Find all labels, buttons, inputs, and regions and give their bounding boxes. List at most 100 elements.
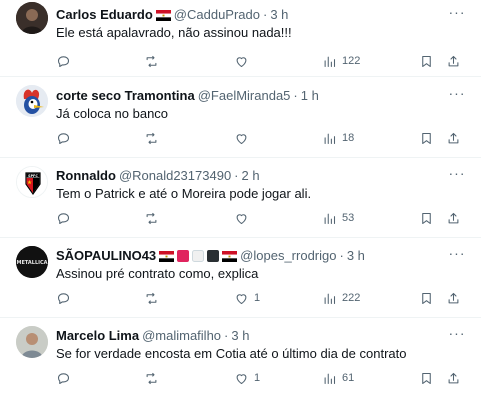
repost-icon xyxy=(146,132,157,144)
like-button[interactable] xyxy=(234,51,254,71)
svg-text:SPFC: SPFC xyxy=(28,174,38,178)
share-button[interactable] xyxy=(446,368,461,388)
heart-icon xyxy=(236,213,247,224)
repost-button[interactable] xyxy=(144,51,159,71)
action-bar: 1 222 xyxy=(48,288,468,308)
timestamp[interactable]: 3 h xyxy=(347,247,365,265)
share-button[interactable] xyxy=(446,288,461,308)
tweet-text: Se for verdade encosta em Cotia até o úl… xyxy=(56,346,407,361)
sao-paulo-crest-icon: SPFC xyxy=(17,167,47,197)
like-button[interactable] xyxy=(234,208,254,228)
avatar[interactable] xyxy=(16,85,48,117)
display-name[interactable]: corte seco Tramontina xyxy=(56,87,195,105)
tweet-2[interactable]: corte seco Tramontina @FaelMiranda5 · 1 … xyxy=(0,77,481,158)
user-handle[interactable]: @Ronald23173490 xyxy=(119,167,231,185)
like-count: 1 xyxy=(254,292,261,304)
timestamp[interactable]: 3 h xyxy=(270,6,288,24)
avatar[interactable] xyxy=(16,326,48,358)
action-bar: 122 xyxy=(48,51,468,71)
share-icon xyxy=(448,372,459,383)
display-name[interactable]: SÃOPAULINO43 xyxy=(56,247,156,265)
bookmark-button[interactable] xyxy=(419,208,434,228)
more-options-icon[interactable]: ··· xyxy=(447,166,467,185)
reply-button[interactable] xyxy=(56,288,71,308)
repost-button[interactable] xyxy=(144,368,159,388)
timestamp[interactable]: 1 h xyxy=(301,87,319,105)
reply-icon xyxy=(57,55,70,67)
reply-icon xyxy=(57,372,70,384)
reply-icon xyxy=(57,212,70,224)
more-options-icon[interactable]: ··· xyxy=(447,86,467,105)
svg-text:METALLICA: METALLICA xyxy=(16,260,47,266)
views-button[interactable]: 53 xyxy=(322,208,354,228)
views-chart-icon xyxy=(324,293,336,304)
heart-icon xyxy=(236,133,247,144)
red-square-icon xyxy=(177,250,190,262)
reply-button[interactable] xyxy=(56,51,71,71)
views-button[interactable]: 122 xyxy=(322,51,360,71)
share-button[interactable] xyxy=(446,208,461,228)
share-icon xyxy=(448,212,459,223)
views-chart-icon xyxy=(324,133,336,144)
views-button[interactable]: 18 xyxy=(322,128,354,148)
reply-icon xyxy=(57,132,70,144)
user-handle[interactable]: @lopes_rrodrigo xyxy=(240,247,336,265)
more-options-icon[interactable]: ··· xyxy=(447,326,467,345)
repost-icon xyxy=(146,55,157,67)
more-options-icon[interactable]: ··· xyxy=(447,5,467,24)
tweet-5[interactable]: Marcelo Lima @malimafilho · 3 h ··· Se f… xyxy=(0,318,481,400)
white-square-icon xyxy=(192,250,205,262)
tweet-text: Tem o Patrick e até o Moreira pode jogar… xyxy=(56,186,312,201)
bookmark-button[interactable] xyxy=(419,368,434,388)
tweet-3[interactable]: SPFC Ronnaldo @Ronald23173490 · 2 h ··· … xyxy=(0,158,481,238)
woody-woodpecker-avatar-icon xyxy=(16,85,48,117)
like-button[interactable] xyxy=(234,128,254,148)
tweet-text: Já coloca no banco xyxy=(56,106,169,121)
view-count: 61 xyxy=(342,372,355,384)
view-count: 53 xyxy=(342,212,355,224)
bookmark-button[interactable] xyxy=(419,51,434,71)
user-handle[interactable]: @CadduPrado xyxy=(174,6,260,24)
views-button[interactable]: 222 xyxy=(322,288,360,308)
like-count: 1 xyxy=(254,372,261,384)
user-handle[interactable]: @malimafilho xyxy=(142,327,221,345)
timestamp[interactable]: 2 h xyxy=(242,167,260,185)
bookmark-button[interactable] xyxy=(419,288,434,308)
display-name[interactable]: Marcelo Lima xyxy=(56,327,139,345)
reply-icon xyxy=(57,292,70,304)
like-button[interactable]: 1 xyxy=(234,368,260,388)
reply-button[interactable] xyxy=(56,208,71,228)
tweet-text: Assinou pré contrato como, explica xyxy=(56,266,259,281)
view-count: 222 xyxy=(342,292,361,304)
separator-dot: · xyxy=(234,168,239,183)
reply-button[interactable] xyxy=(56,368,71,388)
repost-button[interactable] xyxy=(144,288,159,308)
tweet-4[interactable]: METALLICA SÃOPAULINO43 @lopes_rrodrigo ·… xyxy=(0,238,481,318)
metallica-logo-icon: METALLICA xyxy=(16,246,48,278)
avatar[interactable] xyxy=(16,2,48,34)
view-count: 122 xyxy=(342,55,361,67)
timestamp[interactable]: 3 h xyxy=(231,327,249,345)
repost-button[interactable] xyxy=(144,208,159,228)
display-name[interactable]: Carlos Eduardo xyxy=(56,6,153,24)
tweet-header: corte seco Tramontina @FaelMiranda5 · 1 … xyxy=(56,87,441,105)
bookmark-button[interactable] xyxy=(419,128,434,148)
tweet-1[interactable]: Carlos Eduardo @CadduPrado · 3 h ··· Ele… xyxy=(0,0,481,77)
action-bar: 18 xyxy=(48,128,468,148)
avatar[interactable]: SPFC xyxy=(16,166,48,198)
views-button[interactable]: 61 xyxy=(322,368,354,388)
share-button[interactable] xyxy=(446,51,461,71)
share-icon xyxy=(448,132,459,143)
views-chart-icon xyxy=(324,373,336,384)
views-chart-icon xyxy=(324,213,336,224)
like-button[interactable]: 1 xyxy=(234,288,260,308)
share-icon xyxy=(448,55,459,66)
avatar[interactable]: METALLICA xyxy=(16,246,48,278)
display-name[interactable]: Ronnaldo xyxy=(56,167,116,185)
reply-button[interactable] xyxy=(56,128,71,148)
repost-button[interactable] xyxy=(144,128,159,148)
repost-icon xyxy=(146,372,157,384)
more-options-icon[interactable]: ··· xyxy=(447,246,467,265)
share-button[interactable] xyxy=(446,128,461,148)
user-handle[interactable]: @FaelMiranda5 xyxy=(198,87,291,105)
